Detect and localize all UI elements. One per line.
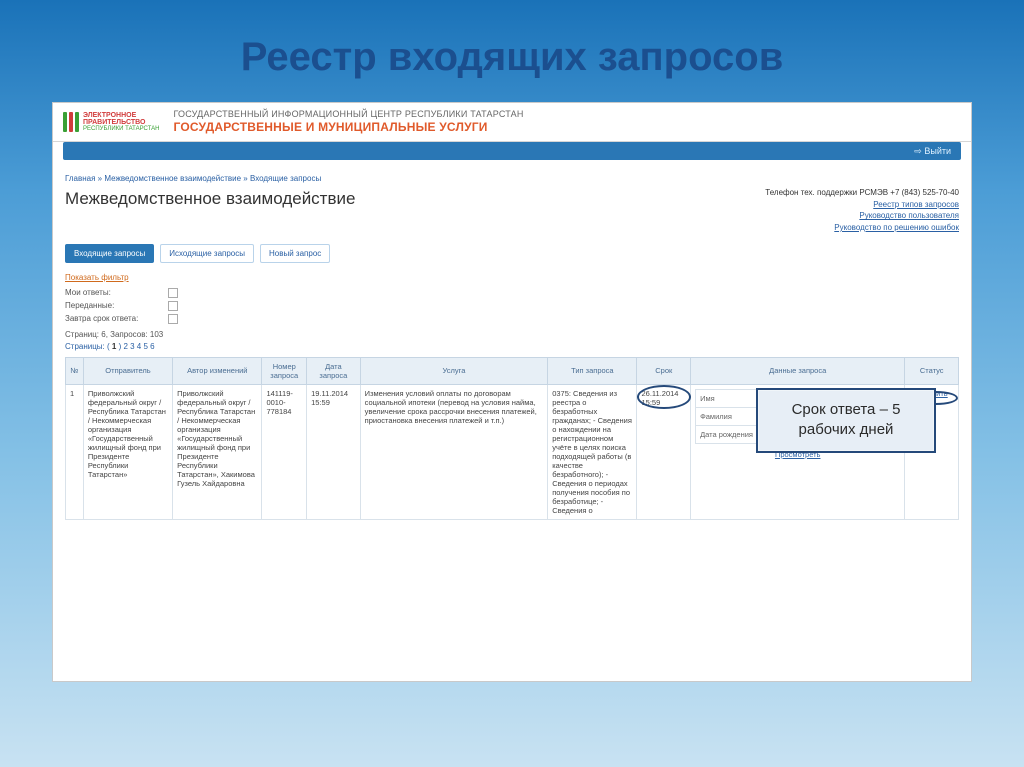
logo-text-sub: РЕСПУБЛИКИ ТАТАРСТАН [83,126,159,132]
th-deadline[interactable]: Срок [637,357,691,384]
th-status[interactable]: Статус [905,357,959,384]
pager-pages[interactable]: 2 3 4 5 6 [123,342,154,351]
th-n[interactable]: № [66,357,84,384]
logo-text-top: ЭЛЕКТРОННОЕ [83,112,159,119]
filter-transferred-checkbox[interactable] [168,301,178,311]
breadcrumb-section[interactable]: Межведомственное взаимодействие [104,174,241,183]
counts: Страниц: 6, Запросов: 103 [65,330,959,339]
cell-type: 0375: Сведения из реестра о безработных … [548,384,637,519]
filter-my-answers-checkbox[interactable] [168,288,178,298]
filter-tomorrow-label: Завтра срок ответа: [65,314,160,323]
pager-current: 1 [112,342,116,351]
tab-outgoing[interactable]: Исходящие запросы [160,244,254,263]
tab-incoming[interactable]: Входящие запросы [65,244,154,263]
cell-sender: Приволжский федеральный округ / Республи… [83,384,172,519]
th-type[interactable]: Тип запроса [548,357,637,384]
breadcrumb-home[interactable]: Главная [65,174,95,183]
logout-link[interactable]: ⇨ Выйти [914,146,951,157]
callout-line1: Срок ответа – 5 [776,400,916,420]
filter-my-answers-label: Мои ответы: [65,288,160,297]
th-data[interactable]: Данные запроса [691,357,905,384]
th-date[interactable]: Дата запроса [307,357,361,384]
slide-title: Реестр входящих запросов [0,0,1024,102]
link-user-guide[interactable]: Руководство пользователя [765,210,959,222]
th-sender[interactable]: Отправитель [83,357,172,384]
cell-author: Приволжский федеральный округ / Республи… [173,384,262,519]
th-author[interactable]: Автор изменений [173,357,262,384]
callout-box: Срок ответа – 5 рабочих дней [756,388,936,453]
help-links: Телефон тех. поддержки РСМЭВ +7 (843) 52… [765,187,959,233]
header-line1: ГОСУДАРСТВЕННЫЙ ИНФОРМАЦИОННЫЙ ЦЕНТР РЕС… [173,109,523,120]
table-header-row: № Отправитель Автор изменений Номер запр… [66,357,959,384]
cell-deadline: 26.11.2014 15:59 [637,384,691,519]
th-service[interactable]: Услуга [360,357,548,384]
logo-icon [63,112,79,132]
show-filter-toggle[interactable]: Показать фильтр [65,273,959,282]
filter-transferred-label: Переданные: [65,301,160,310]
tab-new-request[interactable]: Новый запрос [260,244,330,263]
cell-service: Изменения условий оплаты по договорам со… [360,384,548,519]
breadcrumb-current: Входящие запросы [250,174,321,183]
filters: Мои ответы: Переданные: Завтра срок отве… [65,288,959,324]
logo-text-mid: ПРАВИТЕЛЬСТВО [83,119,159,126]
logo: ЭЛЕКТРОННОЕ ПРАВИТЕЛЬСТВО РЕСПУБЛИКИ ТАТ… [63,112,159,133]
nav-bar: ⇨ Выйти [63,142,961,160]
link-errors-guide[interactable]: Руководство по решению ошибок [765,222,959,234]
header-titles: ГОСУДАРСТВЕННЫЙ ИНФОРМАЦИОННЫЙ ЦЕНТР РЕС… [173,109,523,135]
header-line2: ГОСУДАРСТВЕННЫЕ И МУНИЦИПАЛЬНЫЕ УСЛУГИ [173,120,523,135]
cell-date: 19.11.2014 15:59 [307,384,361,519]
page-title: Межведомственное взаимодействие [65,189,355,209]
th-num[interactable]: Номер запроса [262,357,307,384]
support-phone: Телефон тех. поддержки РСМЭВ +7 (843) 52… [765,187,959,199]
link-request-types[interactable]: Реестр типов запросов [765,199,959,211]
breadcrumb: Главная » Межведомственное взаимодействи… [65,174,959,183]
tabs: Входящие запросы Исходящие запросы Новый… [65,244,959,263]
app-screenshot: ЭЛЕКТРОННОЕ ПРАВИТЕЛЬСТВО РЕСПУБЛИКИ ТАТ… [52,102,972,682]
cell-n: 1 [66,384,84,519]
deadline-highlight-circle [637,385,691,409]
cell-num: 141119-0010-778184 [262,384,307,519]
filter-tomorrow-checkbox[interactable] [168,314,178,324]
callout-line2: рабочих дней [776,420,916,440]
app-header: ЭЛЕКТРОННОЕ ПРАВИТЕЛЬСТВО РЕСПУБЛИКИ ТАТ… [53,103,971,142]
pager: Страницы: ( 1 ) 2 3 4 5 6 [65,342,959,351]
